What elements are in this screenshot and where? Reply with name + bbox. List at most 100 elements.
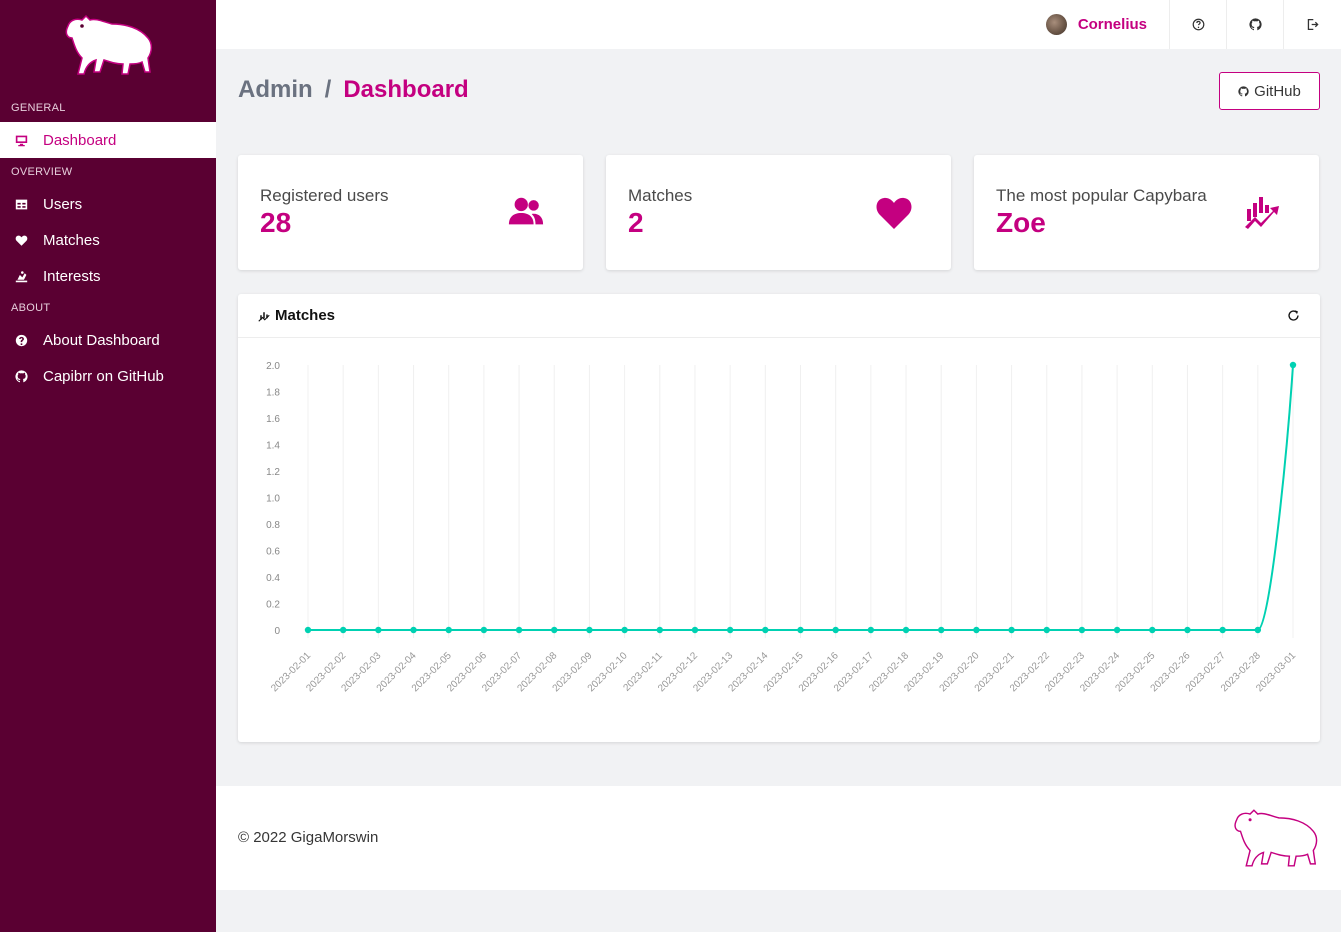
data-point xyxy=(938,626,945,634)
sidebar-item-about-dashboard[interactable]: About Dashboard xyxy=(0,322,216,358)
matches-chart-panel: Matches 0 0.2 0.4 0.6 0.8 1.0 1.2 1.4 1.6 1.8 2.0 2… xyxy=(238,294,1320,742)
panel-header: Matches xyxy=(238,294,1320,338)
data-point xyxy=(1008,626,1015,634)
y-tick-label: 0 xyxy=(274,626,280,637)
sidebar: General Dashboard Overview Users Matches… xyxy=(0,0,216,932)
topbar: Cornelius xyxy=(216,0,1341,49)
interests-icon xyxy=(14,269,28,283)
sidebar-item-label: Users xyxy=(43,195,83,213)
help-icon xyxy=(1192,18,1204,31)
data-point xyxy=(445,626,452,634)
y-tick-label: 1.8 xyxy=(266,388,280,399)
sidebar-item-label: Interests xyxy=(43,267,101,285)
data-point xyxy=(551,626,558,634)
data-point xyxy=(691,626,699,634)
card-popular-capybara: The most popular Capybara Zoe xyxy=(974,155,1319,270)
y-tick-label: 2.0 xyxy=(266,361,280,372)
data-point xyxy=(973,626,980,634)
chart-trend-icon xyxy=(258,311,270,322)
y-tick-label: 0.4 xyxy=(266,573,280,584)
data-point xyxy=(797,626,804,634)
footer-copyright: © 2022 GigaMorswin xyxy=(238,829,379,846)
sidebar-item-label: Matches xyxy=(43,231,100,249)
data-point xyxy=(586,626,593,634)
data-point xyxy=(339,626,347,634)
github-button[interactable]: GitHub xyxy=(1219,72,1320,110)
data-point xyxy=(515,626,523,634)
sidebar-item-github[interactable]: Capibrr on GitHub xyxy=(0,358,216,394)
github-top-button[interactable] xyxy=(1227,0,1284,49)
data-point xyxy=(375,626,382,634)
data-point xyxy=(867,626,875,634)
data-point xyxy=(832,626,839,634)
card-label: Registered users xyxy=(260,186,389,205)
data-point xyxy=(480,626,488,634)
y-tick-label: 0.6 xyxy=(266,547,280,558)
data-point xyxy=(1113,626,1121,634)
y-tick-label: 1.2 xyxy=(266,467,280,478)
card-value: Zoe xyxy=(996,207,1046,238)
y-tick-label: 1.0 xyxy=(266,494,280,505)
heart-icon xyxy=(14,233,28,247)
github-button-label: GitHub xyxy=(1254,82,1301,100)
footer: © 2022 GigaMorswin xyxy=(216,786,1341,890)
help-button[interactable] xyxy=(1170,0,1227,49)
page-title: Dashboard xyxy=(343,76,469,103)
sidebar-item-label: About Dashboard xyxy=(43,331,160,349)
card-registered-users: Registered users 28 xyxy=(238,155,583,270)
data-point xyxy=(304,626,312,634)
avatar xyxy=(1045,14,1067,35)
data-point xyxy=(1149,626,1156,634)
breadcrumb-root[interactable]: Admin xyxy=(238,76,313,103)
users-icon xyxy=(507,195,545,231)
data-point xyxy=(1078,626,1086,634)
data-point xyxy=(621,626,628,634)
data-point xyxy=(726,626,734,634)
y-tick-label: 0.2 xyxy=(266,600,280,611)
monitor-icon xyxy=(14,133,28,147)
matches-line-chart: 00.20.40.60.81.01.21.41.61.82.02023-02-0… xyxy=(266,361,1298,694)
data-point xyxy=(762,626,769,634)
user-menu[interactable]: Cornelius xyxy=(1045,0,1170,49)
sidebar-item-label: Dashboard xyxy=(43,131,117,149)
help-circle-icon xyxy=(14,333,28,347)
card-value: 2 xyxy=(628,207,644,238)
card-value: 28 xyxy=(260,207,292,238)
table-icon xyxy=(14,197,28,211)
data-point xyxy=(1043,626,1050,634)
menu-label-general: General xyxy=(11,102,66,114)
data-point xyxy=(656,626,663,634)
data-point xyxy=(902,626,910,634)
heart-icon xyxy=(875,195,913,231)
capybara-logo-icon xyxy=(1234,809,1318,867)
sidebar-item-dashboard[interactable]: Dashboard xyxy=(0,122,216,158)
logout-icon xyxy=(1307,18,1319,31)
user-name: Cornelius xyxy=(1077,16,1147,33)
data-point xyxy=(1254,626,1262,634)
github-icon xyxy=(14,369,28,383)
y-tick-label: 1.6 xyxy=(266,414,280,425)
logout-button[interactable] xyxy=(1284,0,1341,49)
github-icon xyxy=(1238,85,1249,96)
sidebar-item-matches[interactable]: Matches xyxy=(0,222,216,258)
breadcrumb: Admin / Dashboard xyxy=(238,76,469,104)
card-label: Matches xyxy=(628,186,693,205)
data-point xyxy=(1184,626,1191,634)
title-bar: Admin / Dashboard GitHub xyxy=(238,72,1320,110)
menu-label-about: About xyxy=(11,302,51,314)
card-label: The most popular Capybara xyxy=(996,186,1207,205)
breadcrumb-separator: / xyxy=(324,76,332,103)
data-point xyxy=(1219,626,1226,634)
github-icon xyxy=(1248,18,1262,31)
sidebar-item-interests[interactable]: Interests xyxy=(0,258,216,294)
capybara-logo-icon xyxy=(65,14,153,75)
y-tick-label: 1.4 xyxy=(266,441,280,452)
card-matches: Matches 2 xyxy=(606,155,951,270)
refresh-icon[interactable] xyxy=(1287,309,1300,322)
sidebar-item-label: Capibrr on GitHub xyxy=(43,367,164,385)
data-point xyxy=(410,626,417,634)
capybara-logo[interactable] xyxy=(0,0,216,94)
sidebar-item-users[interactable]: Users xyxy=(0,186,216,222)
data-point xyxy=(1289,361,1297,369)
panel-title: Matches xyxy=(275,307,336,324)
